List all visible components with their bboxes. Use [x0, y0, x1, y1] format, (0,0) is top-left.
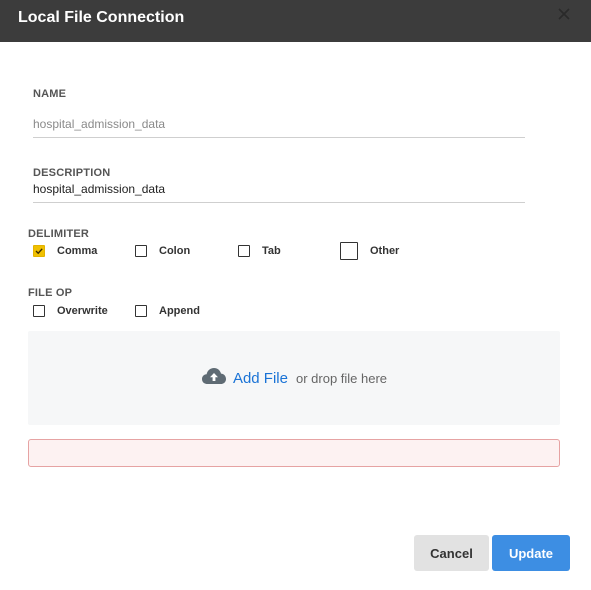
file-op-label: FILE OP [28, 287, 73, 299]
close-icon[interactable] [556, 6, 572, 22]
tab-checkbox[interactable] [238, 245, 250, 257]
delimiter-label: DELIMITER [28, 228, 90, 240]
error-message-box [28, 439, 560, 467]
delimiter-option-other[interactable]: Other [340, 242, 399, 260]
append-checkbox[interactable] [135, 305, 147, 317]
delimiter-option-comma[interactable]: Comma [33, 245, 97, 257]
other-checkbox[interactable] [340, 242, 358, 260]
comma-label: Comma [57, 245, 98, 257]
comma-checkbox[interactable] [33, 245, 45, 257]
dialog-header: Local File Connection [0, 0, 591, 42]
colon-label: Colon [159, 245, 191, 257]
cancel-button[interactable]: Cancel [414, 535, 489, 571]
colon-checkbox[interactable] [135, 245, 147, 257]
dialog-title: Local File Connection [18, 9, 185, 26]
tab-label: Tab [262, 245, 281, 257]
delimiter-option-tab[interactable]: Tab [238, 245, 281, 257]
cloud-upload-icon[interactable] [201, 366, 227, 391]
overwrite-label: Overwrite [57, 305, 108, 317]
add-file-link[interactable]: Add File [233, 370, 288, 387]
other-label: Other [370, 245, 400, 257]
overwrite-checkbox[interactable] [33, 305, 45, 317]
name-input[interactable] [33, 111, 525, 138]
file-dropzone[interactable]: Add File or drop file here [28, 331, 560, 425]
append-label: Append [159, 305, 200, 317]
description-input[interactable] [33, 176, 525, 203]
file-op-option-append[interactable]: Append [135, 305, 200, 317]
file-op-option-overwrite[interactable]: Overwrite [33, 305, 108, 317]
update-button[interactable]: Update [492, 535, 570, 571]
name-label: NAME [33, 88, 67, 100]
drop-file-text: or drop file here [295, 370, 388, 386]
delimiter-option-colon[interactable]: Colon [135, 245, 190, 257]
